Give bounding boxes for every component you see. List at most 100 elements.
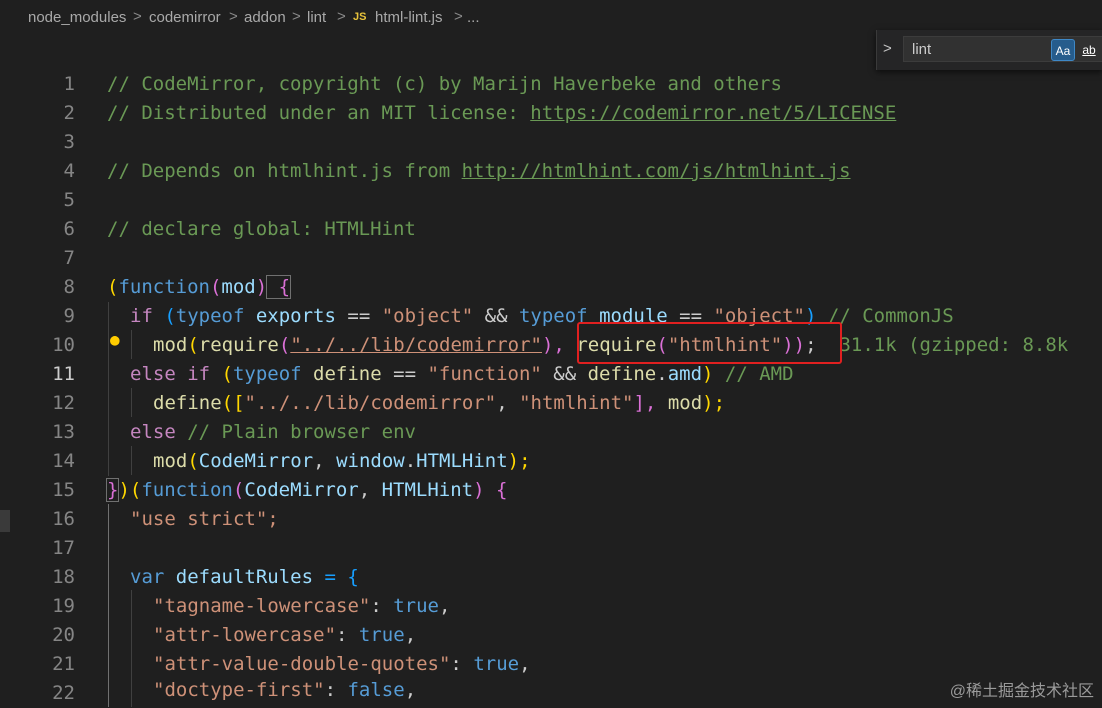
bracket: ) { xyxy=(473,479,508,501)
keyword: else xyxy=(130,421,176,443)
code-line-8[interactable]: (function(mod) { xyxy=(107,273,292,302)
comment: // Depends on htmlhint.js from xyxy=(107,160,462,182)
line-number: 16 xyxy=(52,508,75,530)
bracket: ( xyxy=(210,363,233,385)
code-line-4[interactable]: // Depends on htmlhint.js from http://ht… xyxy=(107,157,851,186)
identifier: mod xyxy=(667,392,703,414)
bracket: } xyxy=(105,478,120,502)
match-case-button[interactable]: Aa xyxy=(1051,39,1075,61)
lightbulb-icon[interactable]: ● xyxy=(110,330,120,349)
code-line-16[interactable]: "use strict"; xyxy=(130,505,279,534)
code-line-13[interactable]: else // Plain browser env xyxy=(130,418,416,447)
parameter: mod xyxy=(221,276,256,298)
code-line-14[interactable]: mod(CodeMirror, window.HTMLHint); xyxy=(153,447,531,476)
bracket: ) xyxy=(255,276,268,298)
function-call: mod xyxy=(153,334,188,356)
breadcrumb-lint[interactable]: lint xyxy=(307,9,326,26)
breadcrumb-codemirror[interactable]: codemirror xyxy=(149,9,221,26)
license-link[interactable]: https://codemirror.net/5/LICENSE xyxy=(530,102,896,124)
comma: , xyxy=(496,392,520,414)
code-line-20[interactable]: "attr-lowercase": true, xyxy=(153,621,416,650)
function-call: require xyxy=(198,334,279,356)
comma: , xyxy=(358,479,382,501)
line-number: 19 xyxy=(52,595,75,617)
property-key: "attr-value-double-quotes" xyxy=(153,653,451,675)
indent-guide xyxy=(131,388,132,417)
line-number: 20 xyxy=(52,624,75,646)
operator: == xyxy=(335,305,382,327)
line-number: 8 xyxy=(63,276,75,298)
code-line-22[interactable]: "doctype-first": false, xyxy=(153,676,416,705)
string: "../../lib/codemirror" xyxy=(244,392,497,414)
chevron-right-icon: > xyxy=(337,8,346,25)
code-line-12[interactable]: define(["../../lib/codemirror", "htmlhin… xyxy=(153,389,725,418)
boolean: false xyxy=(347,679,405,701)
line-number: 2 xyxy=(63,102,75,124)
code-line-19[interactable]: "tagname-lowercase": true, xyxy=(153,592,450,621)
code-line-18[interactable]: var defaultRules = { xyxy=(130,563,359,592)
indent-guide-active xyxy=(108,504,109,707)
code-line-21[interactable]: "attr-value-double-quotes": true, xyxy=(153,650,531,679)
variable: defaultRules xyxy=(164,566,314,588)
code-line-15[interactable]: })(function(CodeMirror, HTMLHint) { xyxy=(105,476,508,505)
line-number: 9 xyxy=(63,305,75,327)
identifier: define xyxy=(587,363,657,385)
breadcrumb-more[interactable]: ... xyxy=(467,9,480,26)
bracket: = { xyxy=(313,566,359,588)
property: amd xyxy=(667,363,703,385)
line-number: 22 xyxy=(52,682,75,704)
comma: , xyxy=(313,450,337,472)
boolean: true xyxy=(393,595,439,617)
code-line-1[interactable]: // CodeMirror, copyright (c) by Marijn H… xyxy=(107,70,782,99)
line-number: 10 xyxy=(52,334,75,356)
dot: . xyxy=(656,363,668,385)
property-key: "attr-lowercase" xyxy=(153,624,337,646)
bracket: ); xyxy=(702,392,726,414)
operator: && xyxy=(473,305,519,327)
breadcrumb-node-modules[interactable]: node_modules xyxy=(28,9,126,26)
line-number-current: 11 xyxy=(52,363,75,385)
line-number: 7 xyxy=(63,247,75,269)
chevron-right-icon: > xyxy=(229,8,238,25)
find-widget: > Aa ab xyxy=(876,30,1102,70)
comment: // declare global: HTMLHint xyxy=(107,218,416,240)
identifier: window xyxy=(336,450,405,472)
breadcrumb-addon[interactable]: addon xyxy=(244,9,286,26)
boolean: true xyxy=(358,624,405,646)
colon: : xyxy=(370,595,394,617)
js-file-icon: JS xyxy=(353,11,367,23)
comma: , xyxy=(519,653,531,675)
identifier: exports xyxy=(244,305,336,327)
string: "object" xyxy=(381,305,474,327)
string: "function" xyxy=(427,363,542,385)
identifier: CodeMirror xyxy=(198,450,314,472)
line-number: 3 xyxy=(63,131,75,153)
code-line-11[interactable]: else if (typeof define == "function" && … xyxy=(130,360,794,389)
indent-guide xyxy=(108,302,109,476)
line-number: 1 xyxy=(63,73,75,95)
bracket: ( xyxy=(232,479,245,501)
code-line-6[interactable]: // declare global: HTMLHint xyxy=(107,215,416,244)
function-call: mod xyxy=(153,450,188,472)
property: HTMLHint xyxy=(416,450,508,472)
code-line-2[interactable]: // Distributed under an MIT license: htt… xyxy=(107,99,896,128)
bracket: ); xyxy=(507,450,531,472)
bracket: ( xyxy=(187,450,199,472)
toggle-replace-chevron-icon[interactable]: > xyxy=(883,40,892,57)
bracket: { xyxy=(266,275,292,299)
module-path-link[interactable]: "../../lib/codemirror" xyxy=(290,334,542,356)
line-number: 5 xyxy=(63,189,75,211)
line-number: 4 xyxy=(63,160,75,182)
keyword: function xyxy=(141,479,233,501)
bracket: ( xyxy=(152,305,176,327)
chevron-right-icon: > xyxy=(133,8,142,25)
indent-guide xyxy=(131,590,132,707)
property-key: "tagname-lowercase" xyxy=(153,595,371,617)
bracket: )( xyxy=(118,479,142,501)
line-number: 14 xyxy=(52,450,75,472)
import-cost-inlay: 31.1k (gzipped: 8.8k xyxy=(839,334,1069,356)
boolean: true xyxy=(473,653,520,675)
htmlhint-link[interactable]: http://htmlhint.com/js/htmlhint.js xyxy=(462,160,851,182)
breadcrumb-file[interactable]: html-lint.js xyxy=(375,9,443,26)
match-whole-word-button[interactable]: ab xyxy=(1077,39,1101,61)
